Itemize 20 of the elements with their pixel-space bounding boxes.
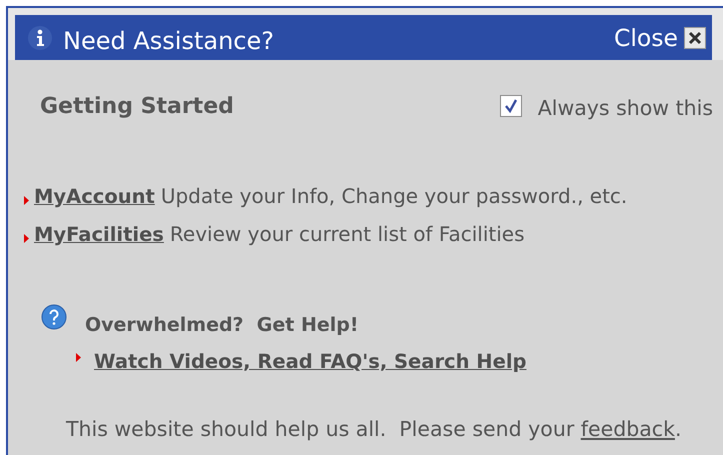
feedback-link[interactable]: feedback [580, 417, 675, 441]
help-icon [41, 304, 67, 330]
check-icon [504, 99, 518, 113]
help-link[interactable]: Watch Videos, Read FAQ's, Search Help [94, 350, 526, 373]
always-show-checkbox[interactable] [500, 95, 522, 117]
link-description: Update your Info, Change your password., etc. [160, 184, 628, 208]
checkbox-label: Always show this [538, 96, 713, 120]
account-link[interactable]: MyAccount [34, 185, 155, 208]
help-heading: Overwhelmed? Get Help! [85, 314, 359, 336]
window-title: Need Assistance? [63, 26, 274, 54]
footer-text: This website should help us all. Please send your feedback. [66, 417, 682, 441]
bullet-icon [24, 196, 29, 205]
close-icon [688, 30, 702, 44]
bullet-icon [76, 353, 81, 362]
section-heading: Getting Started [40, 94, 235, 118]
bullet-icon [24, 234, 29, 243]
info-icon [27, 24, 53, 50]
close-button[interactable]: Close [614, 24, 706, 52]
link-description: Review your current list of Facilities [170, 222, 525, 246]
account-link[interactable]: MyFacilities [34, 223, 164, 246]
